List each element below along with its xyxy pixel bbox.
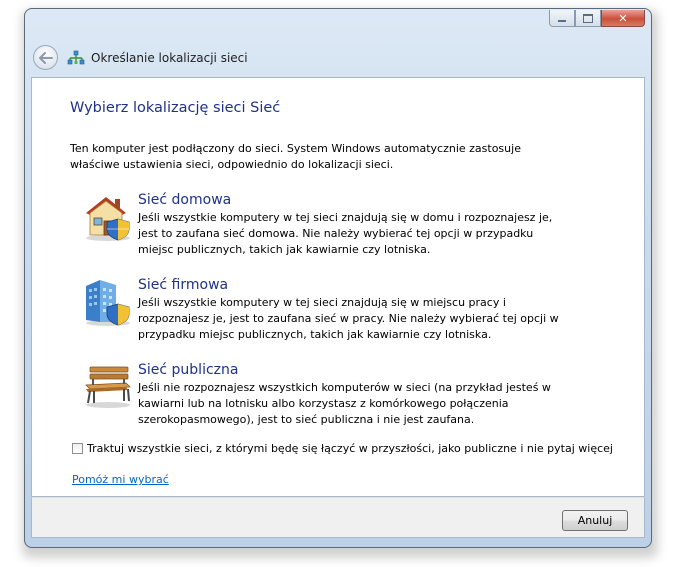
treat-all-public-checkbox[interactable]: [72, 443, 83, 454]
treat-all-public-row[interactable]: Traktuj wszystkie sieci, z którymi będę …: [72, 442, 613, 455]
option-public-network[interactable]: Sieć publiczna Jeśli nie rozpoznajesz ws…: [82, 361, 568, 428]
house-icon: [82, 191, 134, 243]
window-controls: ✕: [549, 10, 645, 27]
option-home-network[interactable]: Sieć domowa Jeśli wszystkie komputery w …: [82, 191, 568, 258]
maximize-icon: [583, 13, 593, 23]
back-button[interactable]: [33, 45, 58, 70]
content-panel: Wybierz lokalizację sieci Sieć Ten kompu…: [31, 77, 645, 497]
option-description: Jeśli wszystkie komputery w tej sieci zn…: [138, 296, 559, 341]
page-heading: Wybierz lokalizację sieci Sieć: [70, 100, 281, 116]
close-icon: ✕: [618, 11, 628, 25]
back-arrow-icon: [38, 51, 53, 64]
cancel-button[interactable]: Anuluj: [562, 510, 628, 531]
close-button[interactable]: ✕: [601, 10, 645, 27]
park-bench-icon: [82, 361, 134, 413]
minimize-icon: [558, 19, 566, 22]
option-title: Sieć publiczna: [138, 362, 239, 378]
option-work-network[interactable]: Sieć firmowa Jeśli wszystkie komputery w…: [82, 276, 568, 343]
minimize-button[interactable]: [549, 10, 575, 27]
intro-text: Ten komputer jest podłączony do sieci. S…: [70, 142, 521, 171]
network-location-dialog: ✕ Określanie lokalizacji sieci Wybierz l…: [24, 8, 652, 548]
help-me-choose-link[interactable]: Pomóż mi wybrać: [72, 473, 169, 486]
option-title: Sieć domowa: [138, 192, 232, 208]
option-description: Jeśli nie rozpoznajesz wszystkich komput…: [138, 381, 551, 426]
network-icon: [67, 50, 85, 66]
maximize-button[interactable]: [575, 10, 601, 27]
option-title: Sieć firmowa: [138, 277, 229, 293]
checkbox-label[interactable]: Traktuj wszystkie sieci, z którymi będę …: [87, 442, 613, 455]
dialog-footer: Anuluj: [31, 497, 645, 538]
option-description: Jeśli wszystkie komputery w tej sieci zn…: [138, 211, 553, 256]
office-building-icon: [82, 276, 134, 328]
navigation-bar: Określanie lokalizacji sieci: [33, 45, 248, 70]
dialog-title: Określanie lokalizacji sieci: [91, 50, 248, 65]
